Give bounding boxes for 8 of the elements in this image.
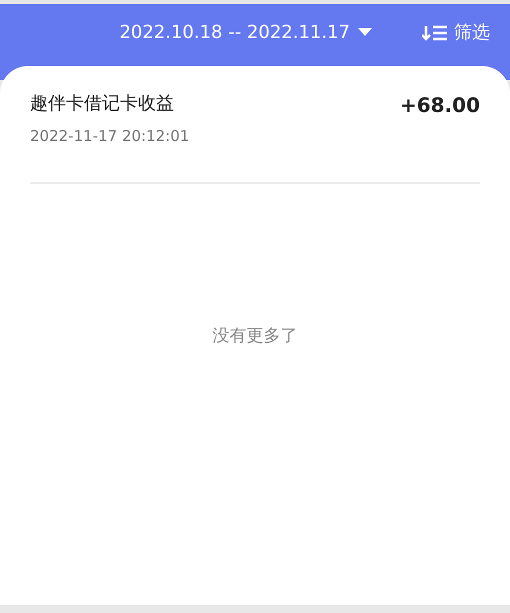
- record-amount: +68.00: [400, 92, 480, 119]
- sort-list-icon: [422, 24, 448, 40]
- no-more-text: 没有更多了: [212, 324, 298, 348]
- caret-icon: [358, 28, 372, 37]
- date-range-selector[interactable]: 2022.10.18 -- 2022.11.17: [119, 19, 372, 46]
- record-time: 2022-11-17 20:12:01: [30, 126, 190, 147]
- record-title: 趣伴卡借记卡收益: [30, 92, 175, 116]
- filter-button[interactable]: 筛选: [422, 19, 490, 46]
